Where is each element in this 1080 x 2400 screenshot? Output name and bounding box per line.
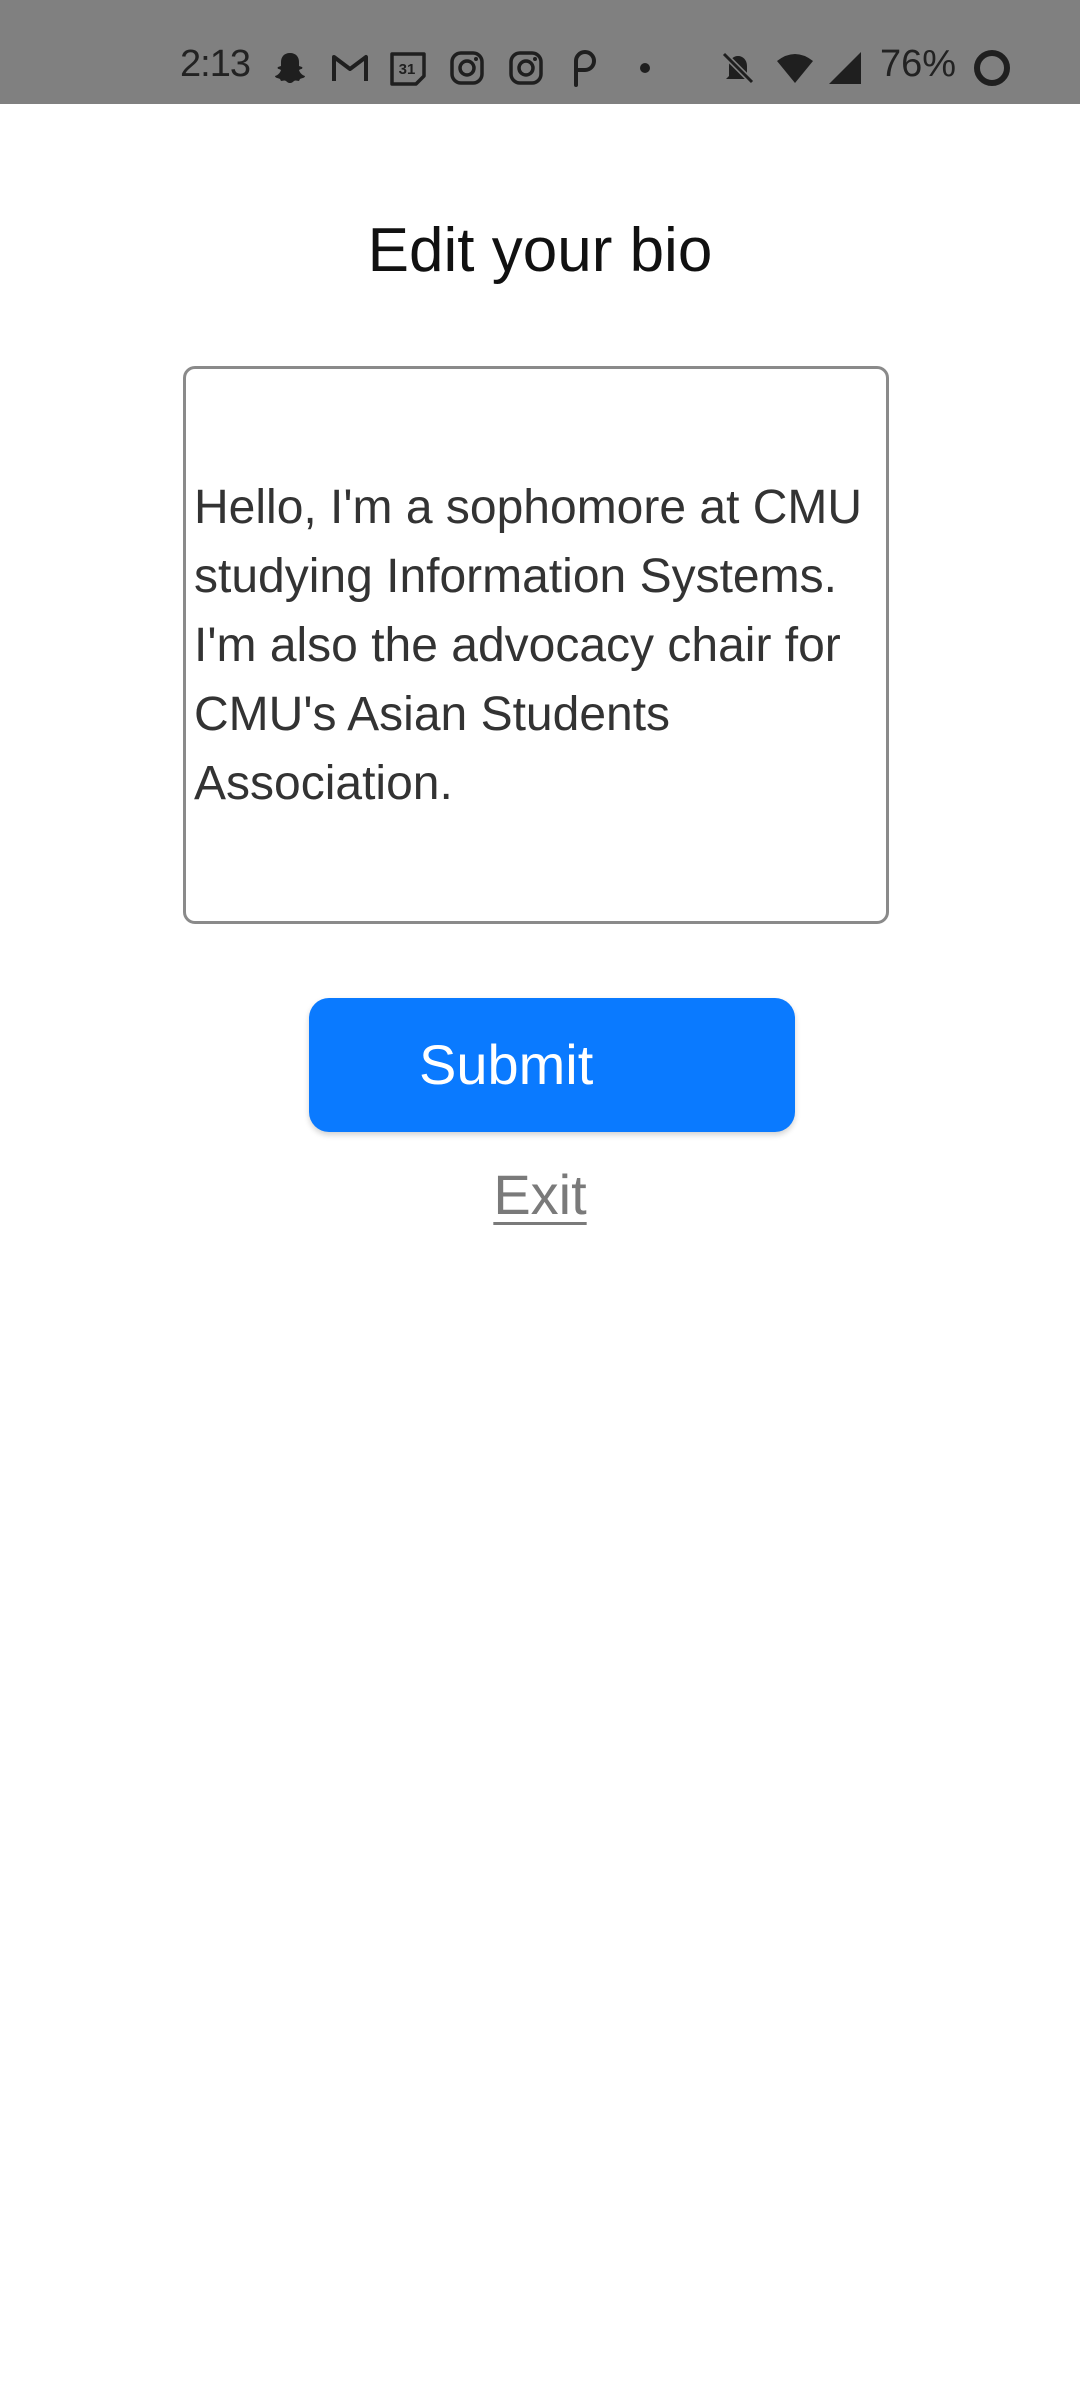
- battery-icon: [972, 48, 1012, 88]
- calendar-day: 31: [399, 61, 416, 78]
- page-title: Edit your bio: [367, 216, 713, 285]
- snapchat-icon: [270, 48, 310, 88]
- gmail-icon: [330, 48, 370, 88]
- battery-percent: 76%: [880, 43, 957, 85]
- instagram-icon: [506, 48, 546, 88]
- signal-icon: [825, 48, 865, 88]
- instagram-icon: [447, 48, 487, 88]
- bell-muted-icon: [718, 48, 758, 88]
- submit-button[interactable]: Submit: [309, 998, 795, 1132]
- pinterest-icon: [564, 48, 604, 88]
- bio-text: Hello, I'm a sophomore at CMU studying I…: [194, 480, 863, 810]
- wifi-icon: [775, 48, 815, 88]
- calendar-icon: 31: [388, 48, 428, 88]
- exit-link[interactable]: Exit: [0, 1160, 1080, 1230]
- bio-textarea[interactable]: Hello, I'm a sophomore at CMU studying I…: [183, 366, 889, 924]
- status-time: 2:13: [180, 43, 251, 85]
- dot-icon: [625, 48, 665, 88]
- status-bar: 2:13 31 76%: [0, 0, 1080, 104]
